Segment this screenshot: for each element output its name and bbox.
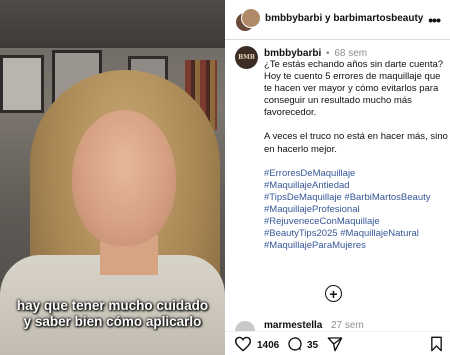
caption-time: 68 sem <box>334 48 368 59</box>
comment-icon[interactable] <box>287 336 303 352</box>
avatar[interactable] <box>235 321 255 331</box>
comment-count: 35 <box>307 340 319 351</box>
person-face <box>72 110 176 246</box>
hashtag-link[interactable]: #ErroresDeMaquillaje <box>264 168 450 180</box>
hashtag-link[interactable]: #MaquillajeAntiedad <box>264 180 450 192</box>
more-icon[interactable]: ••• <box>428 12 441 28</box>
photo-frame <box>0 55 44 113</box>
hashtag-link[interactable]: #TipsDeMaquillaje #BarbiMartosBeauty <box>264 192 450 204</box>
hashtag-link[interactable]: #RejuveneceConMaquillaje <box>264 216 450 228</box>
load-more-plus-icon[interactable]: + <box>325 285 342 302</box>
comment-username[interactable]: marmestella <box>264 320 322 331</box>
action-bar: 1406 35 <box>225 331 450 355</box>
video-subtitle-line2: y saber bien cómo aplicarlo <box>23 314 202 329</box>
caption-body: ¿Te estás echando años sin darte cuenta?… <box>264 59 450 252</box>
caption-header: bmbbybarbi • 68 sem <box>264 48 367 59</box>
heart-icon[interactable] <box>234 336 252 352</box>
separator-dot: • <box>326 48 330 59</box>
caption-line: ¿Te estás echando años sin darte cuenta? <box>264 59 444 70</box>
comment-row: marmestella 27 sem <box>235 319 445 331</box>
caption-username[interactable]: bmbbybarbi <box>264 48 321 59</box>
post-panel: bmbbybarbi y barbimartosbeauty ••• BMB b… <box>225 0 450 355</box>
comment-time: 27 sem <box>331 320 364 331</box>
like-count: 1406 <box>257 340 280 351</box>
bookmark-icon[interactable] <box>430 336 443 352</box>
share-icon[interactable] <box>327 336 343 352</box>
hashtag-link[interactable]: #MaquillajeParaMujeres <box>264 240 450 252</box>
reel-video[interactable]: hay que tener mucho cuidado y saber bien… <box>0 0 225 355</box>
caption-line: Hoy te cuento 5 errores de maquillaje qu… <box>264 71 441 119</box>
header-title[interactable]: bmbbybarbi y barbimartosbeauty <box>265 13 423 24</box>
video-subtitle-line1: hay que tener mucho cuidado <box>16 298 209 313</box>
hashtag-link[interactable]: #BeautyTips2025 #MaquillajeNatural <box>264 228 450 240</box>
collab-avatars[interactable] <box>235 8 261 32</box>
shelf-background <box>0 0 225 48</box>
post-header: bmbbybarbi y barbimartosbeauty ••• <box>225 0 450 40</box>
brand-logo[interactable]: BMB <box>235 46 258 69</box>
avatar <box>241 8 261 28</box>
hashtag-link[interactable]: #MaquillajeProfesional <box>264 204 450 216</box>
caption-line: A veces el truco no está en hacer más, s… <box>264 131 448 155</box>
